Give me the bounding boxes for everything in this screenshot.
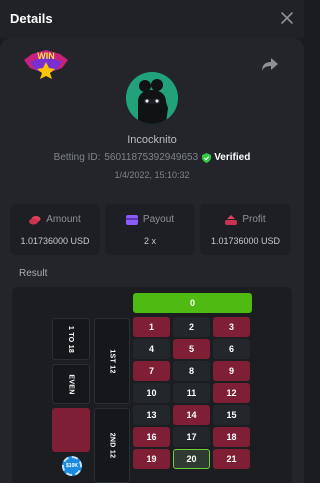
close-icon[interactable]	[278, 9, 296, 27]
bet-even-label: EVEN	[67, 373, 75, 395]
stat-profit: Profit 1.01736000 USD	[200, 204, 291, 255]
bet-red	[52, 408, 90, 452]
stat-profit-value: 1.01736000 USD	[210, 236, 281, 246]
username: Incocknito	[127, 134, 177, 146]
payout-icon	[125, 214, 138, 225]
number-cell-14: 14	[173, 405, 210, 425]
bet-1-to-18: 1 TO 18	[52, 318, 90, 360]
number-cell-6: 6	[213, 339, 250, 359]
number-cell-11: 11	[173, 383, 210, 403]
verified-badge: Verified	[202, 152, 250, 163]
bet-chip-icon: $10K	[62, 456, 82, 476]
avatar	[126, 72, 178, 124]
verified-label: Verified	[214, 152, 251, 163]
stat-payout-value: 2 x	[143, 236, 156, 246]
bet-even: EVEN	[52, 364, 90, 404]
number-cell-4: 4	[133, 339, 170, 359]
bet-datetime: 1/4/2022, 15:10:32	[114, 170, 190, 180]
stat-amount-value: 1.01736000 USD	[20, 236, 90, 246]
betting-id-label: Betting ID:	[53, 152, 101, 163]
number-cell-0: 0	[133, 293, 252, 313]
number-cell-5: 5	[173, 339, 210, 359]
number-cell-2: 2	[173, 317, 210, 337]
betting-id-value: 560118753929496​53	[104, 152, 199, 163]
modal-title: Details	[10, 11, 53, 26]
number-cell-20: 20	[173, 449, 210, 469]
number-cell-1: 1	[133, 317, 170, 337]
modal-header: Details	[0, 0, 304, 38]
number-cell-17: 17	[173, 427, 210, 447]
number-cell-7: 7	[133, 361, 170, 381]
shield-check-icon	[202, 152, 212, 163]
number-cell-19: 19	[133, 449, 170, 469]
bet-second-dozen-label: 2ND 12	[108, 432, 116, 459]
number-cell-8: 8	[173, 361, 210, 381]
stat-payout-label: Payout	[142, 214, 175, 225]
number-cell-16: 16	[133, 427, 170, 447]
number-cell-15: 15	[213, 405, 250, 425]
number-cell-9: 9	[213, 361, 250, 381]
number-cell-12: 12	[213, 383, 250, 403]
result-heading: Result	[19, 268, 48, 279]
share-icon[interactable]	[260, 54, 280, 74]
win-badge-text: WIN	[37, 51, 55, 61]
bet-first-dozen-label: 1ST 12	[108, 348, 116, 374]
win-badge-icon: WIN	[20, 46, 72, 82]
stat-profit-label: Profit	[242, 214, 266, 225]
number-cell-18: 18	[213, 427, 250, 447]
bet-first-dozen: 1ST 12	[94, 318, 130, 404]
bet-1-to-18-label: 1 TO 18	[67, 325, 75, 353]
stat-amount-label: Amount	[46, 214, 81, 225]
stat-payout: Payout 2 x	[105, 204, 195, 255]
bet-second-dozen: 2ND 12	[94, 408, 130, 483]
coins-icon	[29, 215, 41, 224]
number-cell-13: 13	[133, 405, 170, 425]
betting-id-row: Betting ID: 560118753929496​53 Verified	[0, 152, 304, 163]
number-cell-3: 3	[213, 317, 250, 337]
number-cell-21: 21	[213, 449, 250, 469]
stat-amount: Amount 1.01736000 USD	[10, 204, 100, 255]
bet-chip-label: $10K	[66, 463, 78, 469]
profit-icon	[225, 214, 238, 225]
number-cell-10: 10	[133, 383, 170, 403]
